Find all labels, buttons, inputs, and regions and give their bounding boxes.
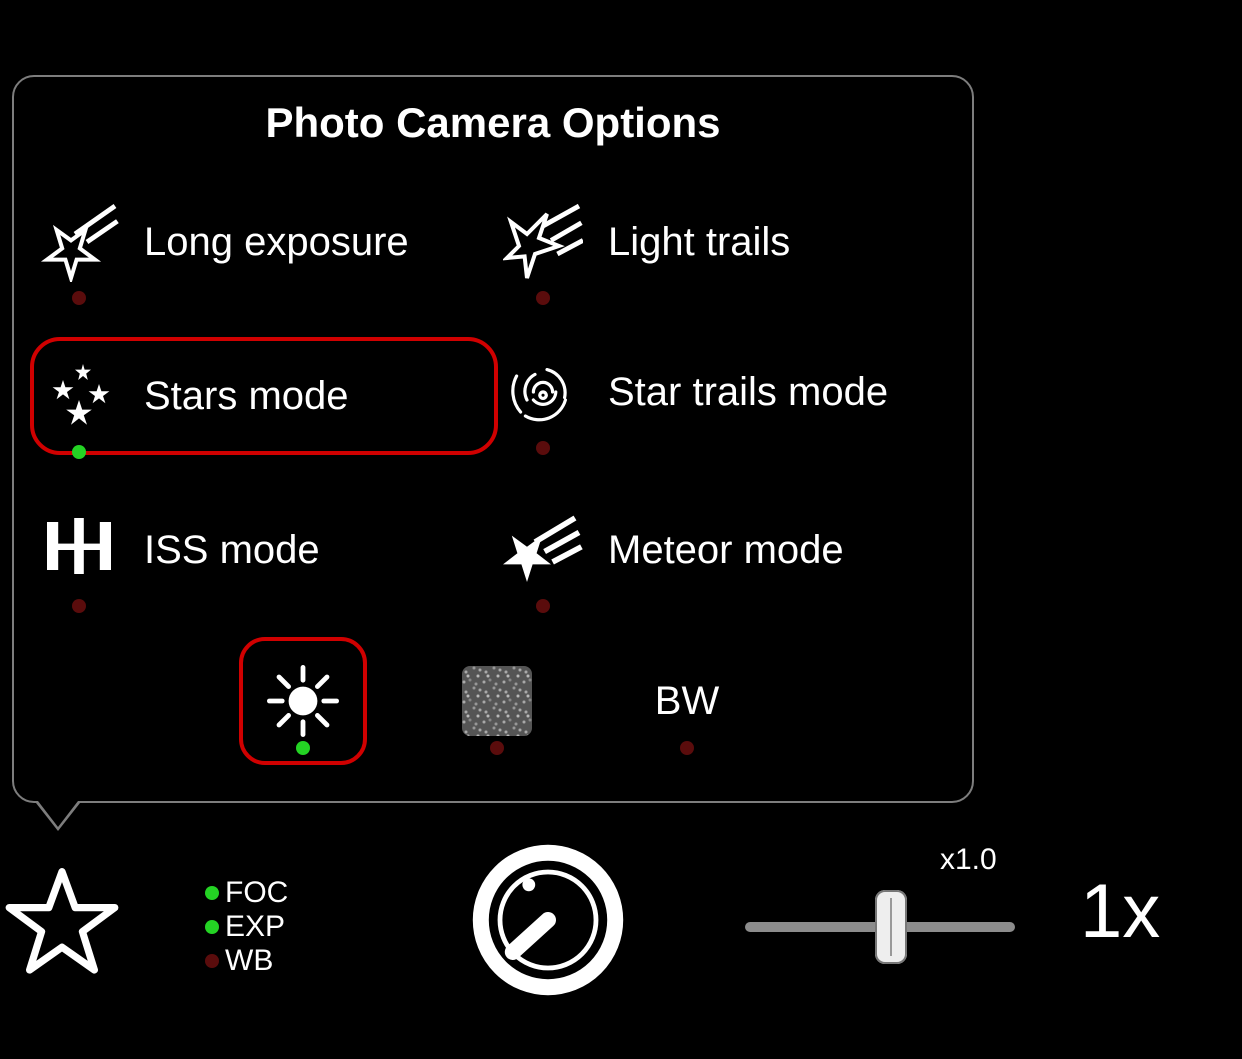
mode-menu-button[interactable] [2,862,122,982]
indicator-label: WB [225,944,273,978]
status-dot [72,599,86,613]
option-noise-reduction[interactable] [437,641,557,761]
sub-option-row: BW [24,637,962,765]
indicator-foc: FOC [205,876,288,910]
mode-label: Meteor mode [608,528,844,573]
mode-label: ISS mode [144,528,320,573]
mode-grid: Long exposure Light trails [24,187,962,605]
status-dot [490,741,504,755]
bottom-toolbar: FOC EXP WB x1.0 1x [0,840,1242,1030]
shooting-star-outline-icon [34,197,124,287]
zoom-slider[interactable] [745,896,1015,956]
status-dot [296,741,310,755]
mode-label: Star trails mode [608,370,888,415]
slider-value: x1.0 [940,843,997,877]
mode-star-trails[interactable]: Star trails mode [498,337,962,447]
mode-long-exposure[interactable]: Long exposure [34,187,498,297]
mode-label: Long exposure [144,220,409,265]
mode-label: Stars mode [144,374,349,419]
status-dot [205,886,219,900]
mode-iss[interactable]: ISS mode [34,495,498,605]
indicator-wb: WB [205,944,288,978]
status-dot [536,441,550,455]
popup-title: Photo Camera Options [24,99,962,147]
sun-icon [263,661,343,741]
mode-light-trails[interactable]: Light trails [498,187,962,297]
indicator-label: EXP [225,910,285,944]
camera-options-popup: Photo Camera Options Long exposure [12,75,974,803]
status-dot [205,920,219,934]
light-trails-icon [498,197,588,287]
bw-label: BW [655,679,719,724]
mode-label: Light trails [608,220,790,265]
slider-thumb[interactable] [875,890,907,964]
status-dot [72,291,86,305]
zoom-button[interactable]: 1x [1080,868,1160,955]
status-dot [680,741,694,755]
status-dot [72,445,86,459]
meteor-icon [498,505,588,595]
indicator-label: FOC [225,876,288,910]
noise-icon [462,666,532,736]
lock-indicators: FOC EXP WB [205,876,288,978]
option-bw[interactable]: BW [627,641,747,761]
indicator-exp: EXP [205,910,288,944]
mode-stars[interactable]: Stars mode [30,337,498,455]
popup-pointer-fill [38,801,78,827]
timer-button[interactable] [468,840,628,1000]
status-dot [536,599,550,613]
timer-icon [468,840,628,1000]
iss-icon [34,505,124,595]
status-dot [205,954,219,968]
star-outline-icon [2,862,122,982]
status-dot [536,291,550,305]
spiral-icon [498,347,588,437]
mode-meteor[interactable]: Meteor mode [498,495,962,605]
stars-icon [34,351,124,441]
option-brightness[interactable] [239,637,367,765]
